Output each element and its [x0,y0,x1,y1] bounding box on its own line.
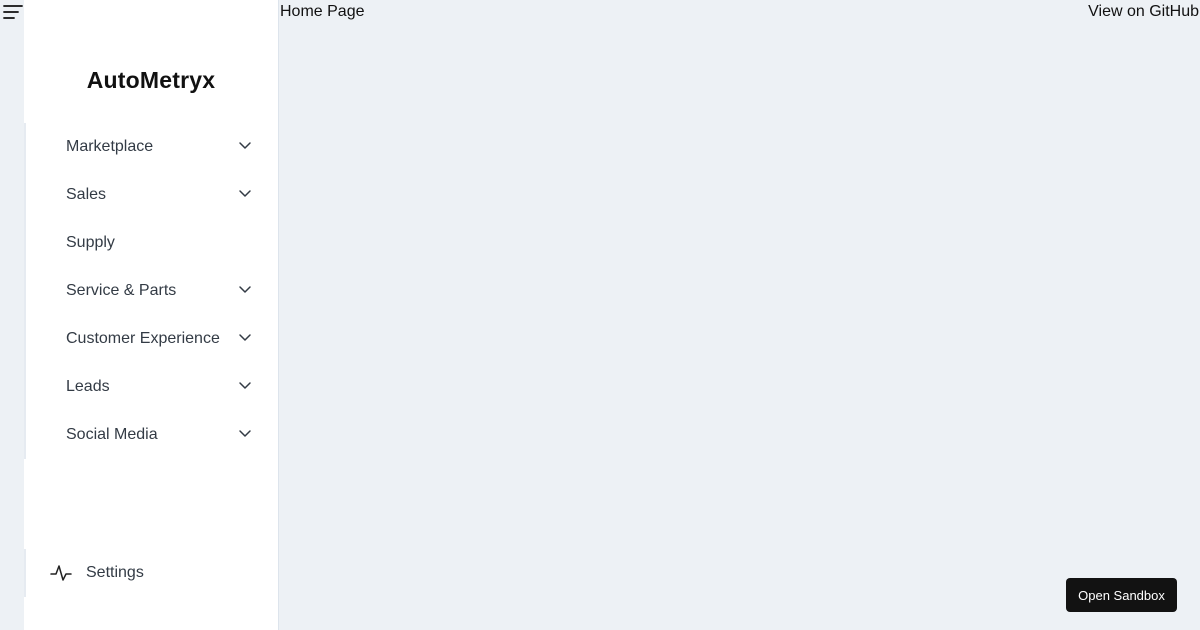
open-sandbox-button[interactable]: Open Sandbox [1066,578,1177,612]
sidebar-item-supply[interactable]: Supply [26,219,278,267]
chevron-down-icon [239,334,251,341]
page-title: Home Page [280,3,365,20]
sidebar-item-sales[interactable]: Sales [26,171,278,219]
settings-label: Settings [86,564,144,581]
chevron-down-icon [239,190,251,197]
activity-pulse-icon [50,565,72,581]
sidebar-item-label: Social Media [66,426,158,443]
chevron-down-icon [239,430,251,437]
sidebar-item-customer-experience[interactable]: Customer Experience [26,315,278,363]
sidebar-item-label: Customer Experience [66,330,220,347]
app-root: AutoMetryx Marketplace Sales Supply Serv… [0,0,1200,630]
sidebar: AutoMetryx Marketplace Sales Supply Serv… [24,0,279,630]
chevron-down-icon [239,286,251,293]
sidebar-nav: Marketplace Sales Supply Service & Parts [24,123,278,459]
sidebar-item-social-media[interactable]: Social Media [26,411,278,459]
sidebar-item-service-parts[interactable]: Service & Parts [26,267,278,315]
sidebar-item-label: Service & Parts [66,282,177,299]
sidebar-item-marketplace[interactable]: Marketplace [26,123,278,171]
sidebar-item-label: Sales [66,186,107,203]
sidebar-item-label: Marketplace [66,138,154,155]
sidebar-item-label: Leads [66,378,110,395]
brand-title: AutoMetryx [86,67,216,93]
view-on-github-link[interactable]: View on GitHub [1088,3,1199,21]
chevron-down-icon [239,142,251,149]
sidebar-item-label: Supply [66,234,115,251]
hamburger-menu-icon[interactable] [3,4,23,20]
sidebar-item-settings[interactable]: Settings [24,549,278,597]
sidebar-item-leads[interactable]: Leads [26,363,278,411]
chevron-down-icon [239,382,251,389]
